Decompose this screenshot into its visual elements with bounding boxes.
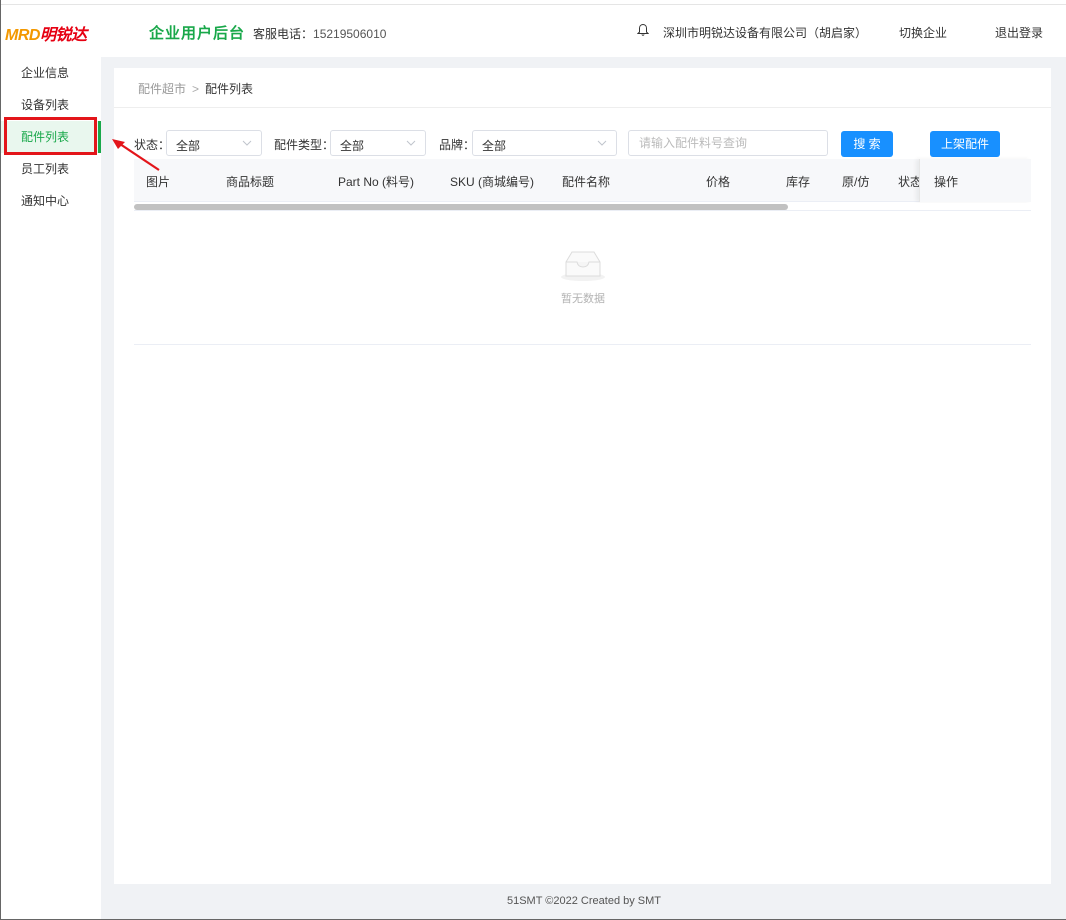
fixed-actions-column-header: 操作 [919, 159, 1031, 202]
logout-link[interactable]: 退出登录 [995, 24, 1043, 41]
status-select-value: 全部 [176, 139, 201, 153]
type-filter-label: 配件类型： [274, 138, 335, 152]
publish-part-button[interactable]: 上架配件 [930, 131, 1000, 157]
column-header-price: 价格 [706, 175, 731, 189]
search-button[interactable]: 搜 索 [841, 131, 893, 157]
column-header-original: 原/仿 [842, 175, 870, 189]
sidebar-item-staff-list[interactable]: 员工列表 [1, 153, 101, 185]
top-header: MRD明锐达 企业用户后台 客服电话：15219506010 深圳市明锐达设备有… [1, 5, 1066, 57]
breadcrumb: 配件超市 > 配件列表 [138, 80, 253, 97]
part-no-search-input[interactable] [628, 130, 828, 156]
app-title: 企业用户后台 [149, 25, 246, 42]
column-header-part-name: 配件名称 [562, 175, 611, 189]
table-body-top-border [134, 210, 1031, 211]
footer-copyright: 51SMT ©2022 Created by SMT [506, 895, 662, 907]
column-header-actions: 操作 [934, 175, 959, 189]
empty-inbox-icon [561, 251, 605, 281]
annotation-arrow-icon [112, 139, 160, 171]
column-header-stock: 库存 [786, 175, 811, 189]
breadcrumb-separator: > [192, 82, 200, 96]
bell-icon[interactable] [637, 23, 649, 37]
type-select[interactable]: 全部 [330, 130, 426, 156]
table-bottom-border [134, 344, 1031, 345]
hotline-label: 客服电话： [253, 27, 314, 41]
brand-filter-label: 品牌： [439, 138, 476, 152]
highlight-box [4, 117, 97, 155]
brand-select[interactable]: 全部 [472, 130, 617, 156]
empty-state-text: 暂无数据 [561, 293, 605, 305]
logo-cn: 明锐达 [39, 27, 87, 44]
table-header: 图片 商品标题 Part No (料号) SKU (商城编号) 配件名称 价格 … [134, 159, 1031, 202]
column-header-part-no: Part No (料号) [338, 175, 415, 189]
sidebar-item-notification-center[interactable]: 通知中心 [1, 185, 101, 217]
status-select[interactable]: 全部 [166, 130, 262, 156]
column-header-sku: SKU (商城编号) [450, 175, 535, 189]
chevron-down-icon [406, 140, 416, 146]
chevron-down-icon [242, 140, 252, 146]
breadcrumb-parent[interactable]: 配件超市 [138, 82, 186, 96]
breadcrumb-current: 配件列表 [205, 82, 254, 96]
sidebar: 企业信息 设备列表 配件列表 员工列表 通知中心 [1, 57, 101, 919]
chevron-down-icon [597, 140, 607, 146]
logo-latin: MRD [5, 27, 40, 44]
column-header-title: 商品标题 [226, 175, 275, 189]
hotline-number: 15219506010 [313, 27, 387, 41]
company-name: 深圳市明锐达设备有限公司（胡启家） [663, 26, 868, 40]
switch-company-link[interactable]: 切换企业 [899, 24, 947, 41]
brand-select-value: 全部 [482, 139, 507, 153]
logo: MRD明锐达 [5, 21, 87, 45]
type-select-value: 全部 [340, 139, 365, 153]
sidebar-item-company-info[interactable]: 企业信息 [1, 57, 101, 89]
hotline: 客服电话：15219506010 [253, 25, 386, 42]
breadcrumb-divider [114, 107, 1051, 108]
